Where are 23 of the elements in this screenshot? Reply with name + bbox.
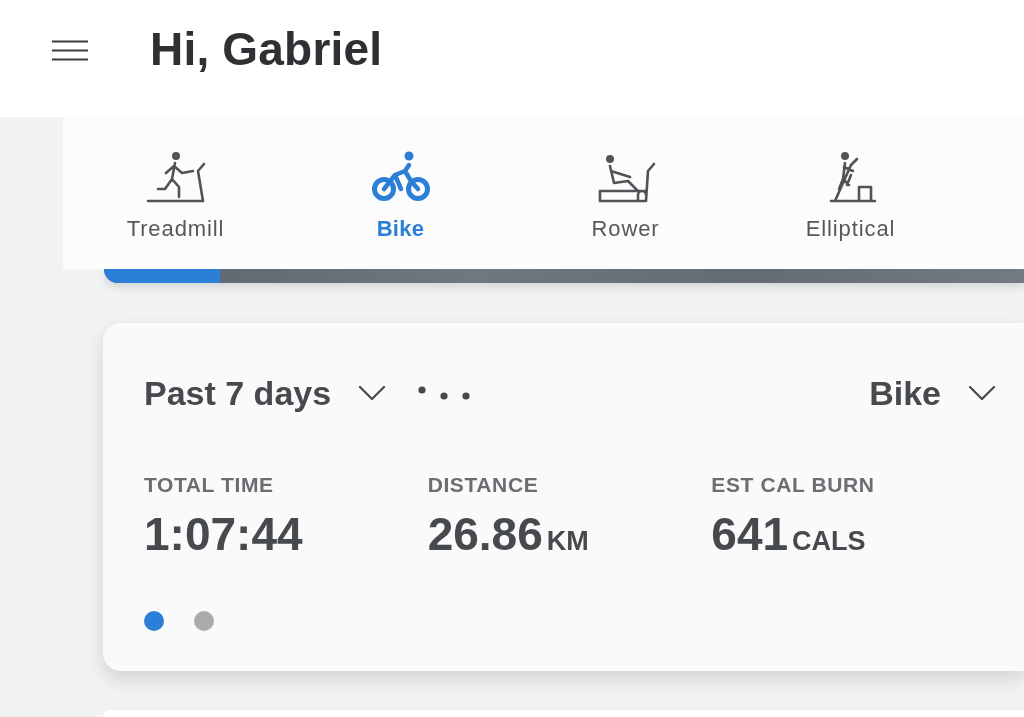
stat-value: 1:07:44 (144, 507, 303, 561)
equipment-tab[interactable]: Treadmill (63, 117, 288, 269)
equipment-tab[interactable]: Elliptical (738, 117, 963, 269)
stat-label: DISTANCE (427, 473, 540, 497)
equipment-dropdown[interactable]: Bike (869, 373, 995, 413)
equipment-tab[interactable]: Rower (513, 117, 738, 269)
stat-unit: KM (546, 526, 589, 557)
equipment-tab[interactable]: Bike (288, 117, 513, 269)
dots-icon[interactable] (418, 385, 471, 401)
period-dropdown[interactable]: Past 7 days (144, 373, 386, 413)
page-dot[interactable] (144, 611, 164, 631)
chevron-down-icon (359, 386, 386, 400)
stat-label: EST CAL BURN (711, 473, 876, 497)
menu-icon[interactable] (52, 40, 88, 61)
stat-value: 641 (711, 507, 789, 561)
chevron-down-icon (969, 386, 995, 400)
bicycle-icon (370, 151, 431, 203)
greeting-title: Hi, Gabriel (150, 21, 383, 76)
page-dot[interactable] (194, 611, 214, 631)
stat-value: 26.86 (427, 507, 543, 561)
stat-label: TOTAL TIME (144, 473, 275, 497)
treadmill-icon (145, 151, 206, 203)
stat-unit: CALS (792, 526, 866, 557)
